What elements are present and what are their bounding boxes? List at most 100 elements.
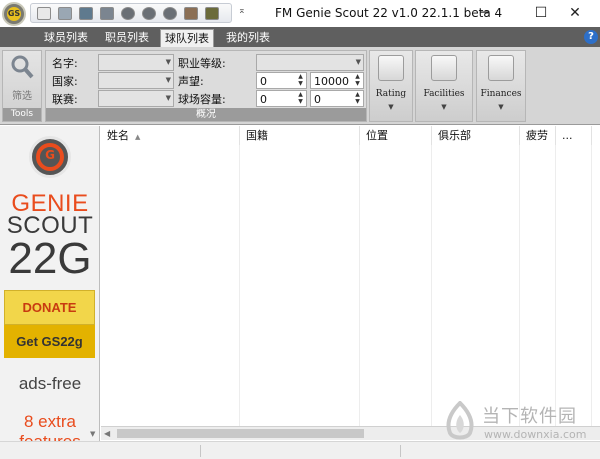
spin-arrows-icon[interactable]: ▲ ▼ (353, 91, 362, 105)
reputation-min-stepper[interactable]: 0 ▲ ▼ (256, 72, 307, 89)
genie-scout-logo-icon: G (29, 136, 71, 178)
sort-asc-icon: ▲ (135, 133, 141, 141)
column-header-more[interactable]: ... (556, 126, 592, 145)
brand-version: 22G (8, 234, 92, 283)
rating-button[interactable]: Rating ▼ (369, 50, 413, 122)
column-header-name-label: 姓名 (107, 129, 129, 142)
tools-group: 筛选 Tools (2, 50, 42, 122)
tab-staff-list[interactable]: 职员列表 (101, 29, 153, 47)
overview-group-label: 概况 (46, 108, 366, 121)
minimize-button[interactable]: ─ (462, 0, 508, 26)
ads-free-text: ads-free (18, 374, 82, 393)
stadium-min-value: 0 (260, 93, 267, 106)
extra-features-text: 8 extra features (19, 412, 80, 441)
reputation-max-value: 10000 (314, 75, 349, 88)
status-divider (200, 445, 201, 457)
grid-column (520, 145, 556, 426)
facilities-icon (431, 55, 457, 81)
league-label: 联赛: (52, 93, 78, 106)
tools-group-label: Tools (3, 108, 41, 121)
open-icon[interactable] (58, 7, 72, 20)
watermark-text: 当下软件园 (482, 406, 577, 427)
promo-sidebar: G GENIE SCOUT 22G DONATE Get GS22g ads-f… (0, 126, 100, 441)
reputation-min-value: 0 (260, 75, 267, 88)
column-header-club[interactable]: 俱乐部 (432, 126, 520, 145)
tab-team-list[interactable]: 球队列表 (160, 29, 214, 47)
name-combo[interactable]: ▼ (98, 54, 174, 71)
close-button[interactable]: ✕ (552, 0, 598, 26)
chevron-down-icon: ▼ (165, 76, 171, 84)
chevron-down-icon: ▼ (441, 103, 447, 111)
column-header-position[interactable]: 位置 (360, 126, 432, 145)
status-divider (400, 445, 401, 457)
help-icon[interactable]: ? (584, 30, 598, 44)
staff-search-icon[interactable] (142, 7, 156, 20)
sidebar-scroll-icon[interactable]: ▼ (90, 430, 99, 438)
title-bar: GS ⌅ FM Genie Scout 22 v1.0 22.1.1 beta … (0, 0, 600, 27)
stadium-max-value: 0 (314, 93, 321, 106)
career-level-combo[interactable]: ▼ (256, 54, 364, 71)
grid-column (101, 145, 240, 426)
player-search-icon[interactable] (121, 7, 135, 20)
shield-icon[interactable] (205, 7, 219, 20)
rating-label: Rating (375, 89, 407, 99)
team-search-icon[interactable] (163, 7, 177, 20)
settings-icon[interactable] (184, 7, 198, 20)
donate-button[interactable]: DONATE (4, 290, 95, 325)
grid-column (432, 145, 520, 426)
spin-arrows-icon[interactable]: ▲ ▼ (296, 73, 305, 87)
chevron-down-icon: ▼ (388, 103, 394, 111)
stadium-capacity-label: 球场容量: (178, 93, 226, 106)
status-bar (0, 441, 600, 459)
chevron-down-icon: ▼ (355, 58, 361, 66)
grid-column (556, 145, 592, 426)
logo-letter: G (45, 148, 55, 162)
tab-player-list[interactable]: 球员列表 (40, 29, 92, 47)
scrollbar-thumb[interactable] (117, 429, 364, 438)
grid-column (240, 145, 360, 426)
stadium-min-stepper[interactable]: 0 ▲ ▼ (256, 90, 307, 107)
magnifier-icon (11, 55, 34, 79)
chevron-down-icon: ▼ (498, 103, 504, 111)
column-header-fatigue[interactable]: 疲劳 (520, 126, 556, 145)
grid-column (360, 145, 432, 426)
get-gs22g-button[interactable]: Get GS22g (4, 325, 95, 358)
facilities-button[interactable]: Facilities ▼ (415, 50, 473, 122)
finances-label: Finances (480, 89, 522, 99)
scroll-left-icon[interactable]: ◀ (104, 429, 110, 438)
quick-access-dropdown-icon[interactable]: ⌅ (238, 6, 246, 16)
league-combo[interactable]: ▼ (98, 90, 174, 107)
column-header-name[interactable]: 姓名 ▲ (101, 126, 240, 145)
nation-combo[interactable]: ▼ (98, 72, 174, 89)
spin-arrows-icon[interactable]: ▲ ▼ (353, 73, 362, 87)
app-logo-icon[interactable]: GS (2, 2, 26, 26)
watermark-url: www.downxia.com (484, 428, 587, 441)
career-level-label: 职业等级: (178, 57, 226, 70)
menu-tab-bar: 球员列表 职员列表 球队列表 我的列表 (0, 27, 600, 47)
facilities-label: Facilities (423, 89, 465, 99)
chevron-down-icon: ▼ (165, 94, 171, 102)
finances-icon (488, 55, 514, 81)
tab-my-list[interactable]: 我的列表 (222, 29, 274, 47)
new-icon[interactable] (37, 7, 51, 20)
column-header-nationality[interactable]: 国籍 (240, 126, 360, 145)
stadium-max-stepper[interactable]: 0 ▲ ▼ (310, 90, 364, 107)
ribbon: 筛选 Tools 名字: 国家: 联赛: ▼ ▼ ▼ 职业等级: 声望: 球场容… (0, 47, 600, 125)
chevron-down-icon: ▼ (165, 58, 171, 66)
filter-button[interactable]: 筛选 (3, 51, 41, 107)
reputation-label: 声望: (178, 75, 204, 88)
finances-button[interactable]: Finances ▼ (476, 50, 526, 122)
name-label: 名字: (52, 57, 78, 70)
save-icon[interactable] (79, 7, 93, 20)
reputation-max-stepper[interactable]: 10000 ▲ ▼ (310, 72, 364, 89)
app-logo-text: GS (7, 7, 21, 21)
team-list-grid: 姓名 ▲ 国籍 位置 俱乐部 疲劳 ... (101, 126, 600, 426)
spin-arrows-icon[interactable]: ▲ ▼ (296, 91, 305, 105)
export-icon[interactable] (100, 7, 114, 20)
nation-label: 国家: (52, 75, 78, 88)
quick-access-toolbar (30, 3, 232, 23)
filter-button-label: 筛选 (12, 91, 32, 102)
overview-filter-group: 名字: 国家: 联赛: ▼ ▼ ▼ 职业等级: 声望: 球场容量: ▼ 0 ▲ ▼… (45, 50, 367, 122)
rating-icon (378, 55, 404, 81)
watermark-logo-icon (446, 401, 474, 440)
